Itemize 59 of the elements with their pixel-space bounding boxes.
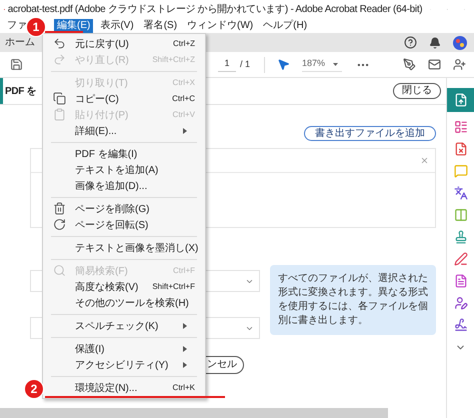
signature-icon[interactable] <box>454 318 468 332</box>
rotate-icon <box>53 218 66 231</box>
close-icon[interactable] <box>420 156 429 165</box>
menu-item[interactable]: 高度な検索(V) Shift+Ctrl+F <box>43 279 205 295</box>
menu-item[interactable]: その他のツールを検索(H) <box>43 295 205 311</box>
menu-bar-item[interactable]: 署名(S) <box>140 18 180 32</box>
annotation-underline <box>45 31 83 33</box>
step-badge: 2 <box>24 379 44 399</box>
trash-icon <box>53 202 66 215</box>
document-icon[interactable] <box>454 274 468 288</box>
undo-icon <box>53 37 66 50</box>
menu-bar-item[interactable]: 編集(E) <box>54 18 94 32</box>
sidebar-tool[interactable] <box>446 88 474 112</box>
avatar-icon[interactable] <box>453 36 467 50</box>
pen-icon[interactable] <box>454 252 468 266</box>
menu-item[interactable]: コピー(C) Ctrl+C <box>43 91 205 107</box>
save-icon[interactable] <box>10 58 23 71</box>
menu-bar-item[interactable]: 表示(V) <box>97 18 137 32</box>
mail-icon[interactable] <box>428 58 441 71</box>
layout-icon[interactable] <box>454 120 468 134</box>
menu-item[interactable]: PDF を編集(I) <box>43 146 205 162</box>
file-remove-icon[interactable] <box>454 142 468 156</box>
page-count: / 1 <box>240 58 250 71</box>
menu-item[interactable]: 画像を追加(D)... <box>43 178 205 194</box>
menu-bar-item[interactable]: ヘルプ(H) <box>260 18 310 32</box>
user-edit-icon[interactable] <box>454 296 468 310</box>
caret-icon <box>333 62 338 66</box>
cursor-icon[interactable] <box>277 58 290 71</box>
close-panel-button[interactable]: 閉じる <box>393 83 441 99</box>
clipboard-icon <box>53 108 66 121</box>
zoom-dropdown[interactable]: 187% <box>302 57 342 72</box>
redo-icon <box>53 53 66 66</box>
menu-item[interactable]: ページを回転(S) <box>43 217 205 233</box>
add-files-button[interactable]: 書き出すファイルを追加 <box>304 126 436 141</box>
menu-item[interactable]: ページを削除(G) <box>43 201 205 217</box>
menu-item[interactable]: テキストと画像を墨消し(X) <box>43 240 205 256</box>
home-tab[interactable]: ホーム <box>5 35 35 50</box>
window-title: acrobat-test.pdf (Adobe クラウドストレージ から開かれています) - Adobe Acrobat Reader (64-bit) <box>8 2 422 16</box>
export-pdf-icon <box>454 93 468 107</box>
horizontal-scrollbar[interactable] <box>0 408 388 418</box>
menu-item[interactable]: スペルチェック(K) <box>43 318 205 334</box>
menu-item[interactable]: テキストを追加(A) <box>43 162 205 178</box>
share-user-icon[interactable] <box>453 58 466 71</box>
info-bubble: すべてのファイルが、選択された形式に変換されます。異なる形式を使用するには、各ファイルを個別に書き出します。 <box>270 265 436 335</box>
panel-title: PDF を <box>5 84 36 98</box>
stamp-icon[interactable] <box>454 230 468 244</box>
search-icon <box>53 264 66 277</box>
translate-icon[interactable] <box>454 186 468 200</box>
copy-icon <box>53 92 66 105</box>
menu-item[interactable]: 環境設定(N)... Ctrl+K <box>43 380 205 396</box>
menu-bar-item[interactable]: ウィンドウ(W) <box>184 18 256 32</box>
sign-icon[interactable] <box>403 58 416 71</box>
menu-item[interactable]: 保護(I) <box>43 341 205 357</box>
bell-icon[interactable] <box>429 36 441 48</box>
columns-icon[interactable] <box>454 208 468 222</box>
page-number-field[interactable]: 1 <box>218 57 236 72</box>
help-icon[interactable] <box>404 36 417 49</box>
menu-item[interactable]: 元に戻す(U) Ctrl+Z <box>43 36 205 52</box>
menu-item[interactable]: 詳細(E)... <box>43 123 205 139</box>
